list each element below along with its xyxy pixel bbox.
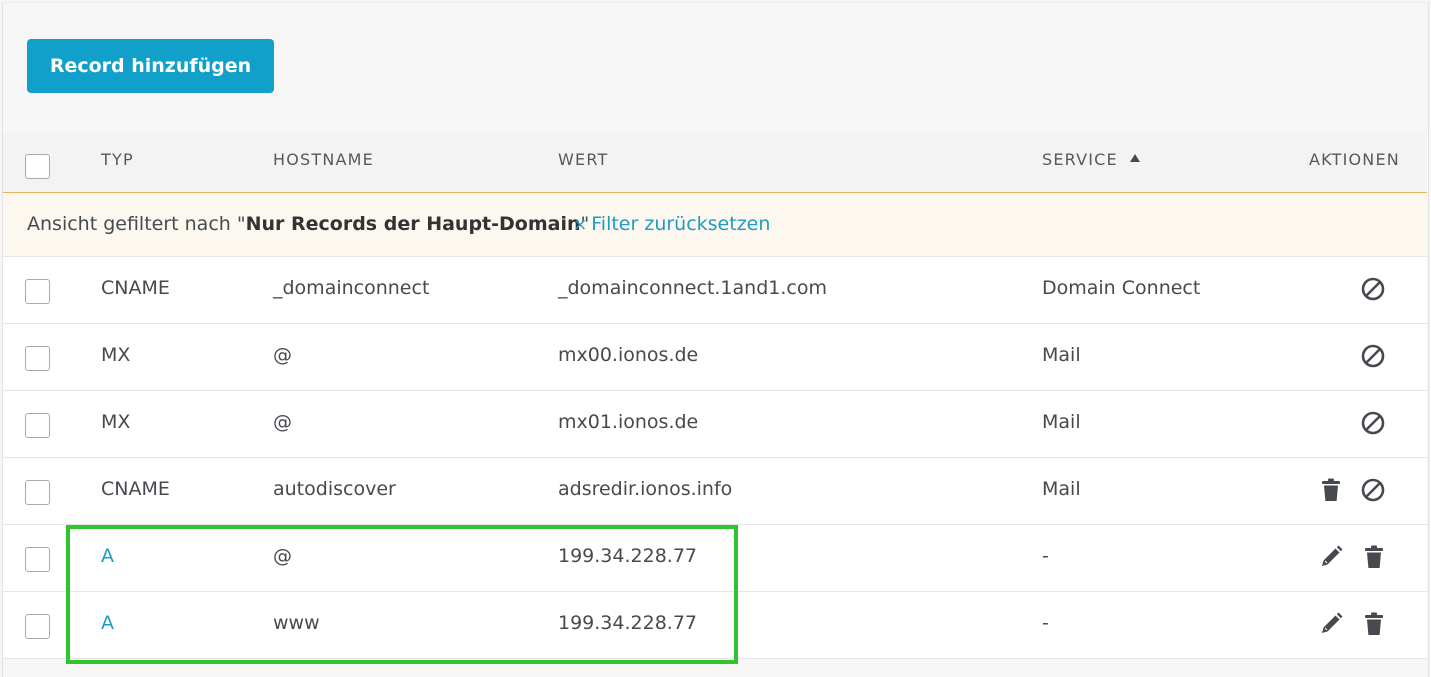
record-type: CNAME: [101, 277, 170, 299]
filter-description: Ansicht gefiltert nach "Nur Records der …: [27, 213, 589, 235]
block-icon[interactable]: [1359, 409, 1387, 437]
block-icon[interactable]: [1359, 275, 1387, 303]
row-checkbox[interactable]: [25, 279, 50, 304]
reset-filter-label: Filter zurücksetzen: [591, 213, 771, 235]
column-header-hostname[interactable]: HOSTNAME: [273, 150, 374, 169]
record-hostname: _domainconnect: [273, 277, 430, 299]
record-type: CNAME: [101, 478, 170, 500]
column-header-type[interactable]: TYP: [101, 150, 134, 169]
filter-name: Nur Records der Haupt-Domain: [245, 213, 581, 235]
record-service: Mail: [1042, 344, 1081, 366]
filter-bar: Ansicht gefiltert nach "Nur Records der …: [3, 193, 1427, 257]
row-checkbox[interactable]: [25, 614, 50, 639]
row-checkbox[interactable]: [25, 547, 50, 572]
close-icon: ×: [573, 215, 588, 235]
trash-icon[interactable]: [1317, 476, 1345, 504]
table-row: CNAME autodiscover adsredir.ionos.info M…: [3, 458, 1427, 525]
record-hostname: @: [273, 545, 292, 567]
block-icon[interactable]: [1359, 476, 1387, 504]
reset-filter-link[interactable]: × Filter zurücksetzen: [573, 213, 770, 235]
record-hostname: @: [273, 344, 292, 366]
column-header-actions: AKTIONEN: [1309, 150, 1400, 169]
table-row: A www 199.34.228.77 -: [3, 592, 1427, 659]
record-value: adsredir.ionos.info: [558, 478, 733, 500]
record-value: 199.34.228.77: [558, 612, 698, 634]
column-header-value[interactable]: WERT: [558, 150, 608, 169]
record-type: MX: [101, 411, 131, 433]
trash-icon[interactable]: [1360, 543, 1388, 571]
table-row: A @ 199.34.228.77 -: [3, 525, 1427, 592]
sort-ascending-icon: [1129, 154, 1140, 162]
row-checkbox[interactable]: [25, 480, 50, 505]
pencil-icon[interactable]: [1317, 543, 1345, 571]
filter-prefix: Ansicht gefiltert nach ": [27, 213, 246, 235]
column-header-service: SERVICE: [1042, 150, 1118, 169]
record-type: MX: [101, 344, 131, 366]
record-value: mx01.ionos.de: [558, 411, 699, 433]
record-hostname: www: [273, 612, 320, 634]
row-checkbox[interactable]: [25, 346, 50, 371]
record-type-link[interactable]: A: [101, 545, 114, 567]
record-service: -: [1042, 545, 1049, 567]
records-table-body: CNAME _domainconnect _domainconnect.1and…: [3, 257, 1427, 659]
record-service: -: [1042, 612, 1049, 634]
block-icon[interactable]: [1359, 342, 1387, 370]
record-value: _domainconnect.1and1.com: [558, 277, 827, 299]
select-all-checkbox[interactable]: [25, 154, 50, 179]
table-header: TYP HOSTNAME WERT SERVICE AKTIONEN: [3, 133, 1427, 193]
record-service: Domain Connect: [1042, 277, 1201, 299]
add-record-button[interactable]: Record hinzufügen: [27, 39, 274, 93]
pencil-icon[interactable]: [1317, 610, 1345, 638]
record-value: 199.34.228.77: [558, 545, 698, 567]
table-row: MX @ mx01.ionos.de Mail: [3, 391, 1427, 458]
table-row: CNAME _domainconnect _domainconnect.1and…: [3, 257, 1427, 324]
table-row: MX @ mx00.ionos.de Mail: [3, 324, 1427, 391]
row-checkbox[interactable]: [25, 413, 50, 438]
trash-icon[interactable]: [1360, 610, 1388, 638]
record-type-link[interactable]: A: [101, 612, 114, 634]
record-hostname: @: [273, 411, 292, 433]
record-service: Mail: [1042, 411, 1081, 433]
record-hostname: autodiscover: [273, 478, 396, 500]
column-header-service-wrap[interactable]: SERVICE: [1042, 150, 1140, 169]
record-service: Mail: [1042, 478, 1081, 500]
record-value: mx00.ionos.de: [558, 344, 699, 366]
